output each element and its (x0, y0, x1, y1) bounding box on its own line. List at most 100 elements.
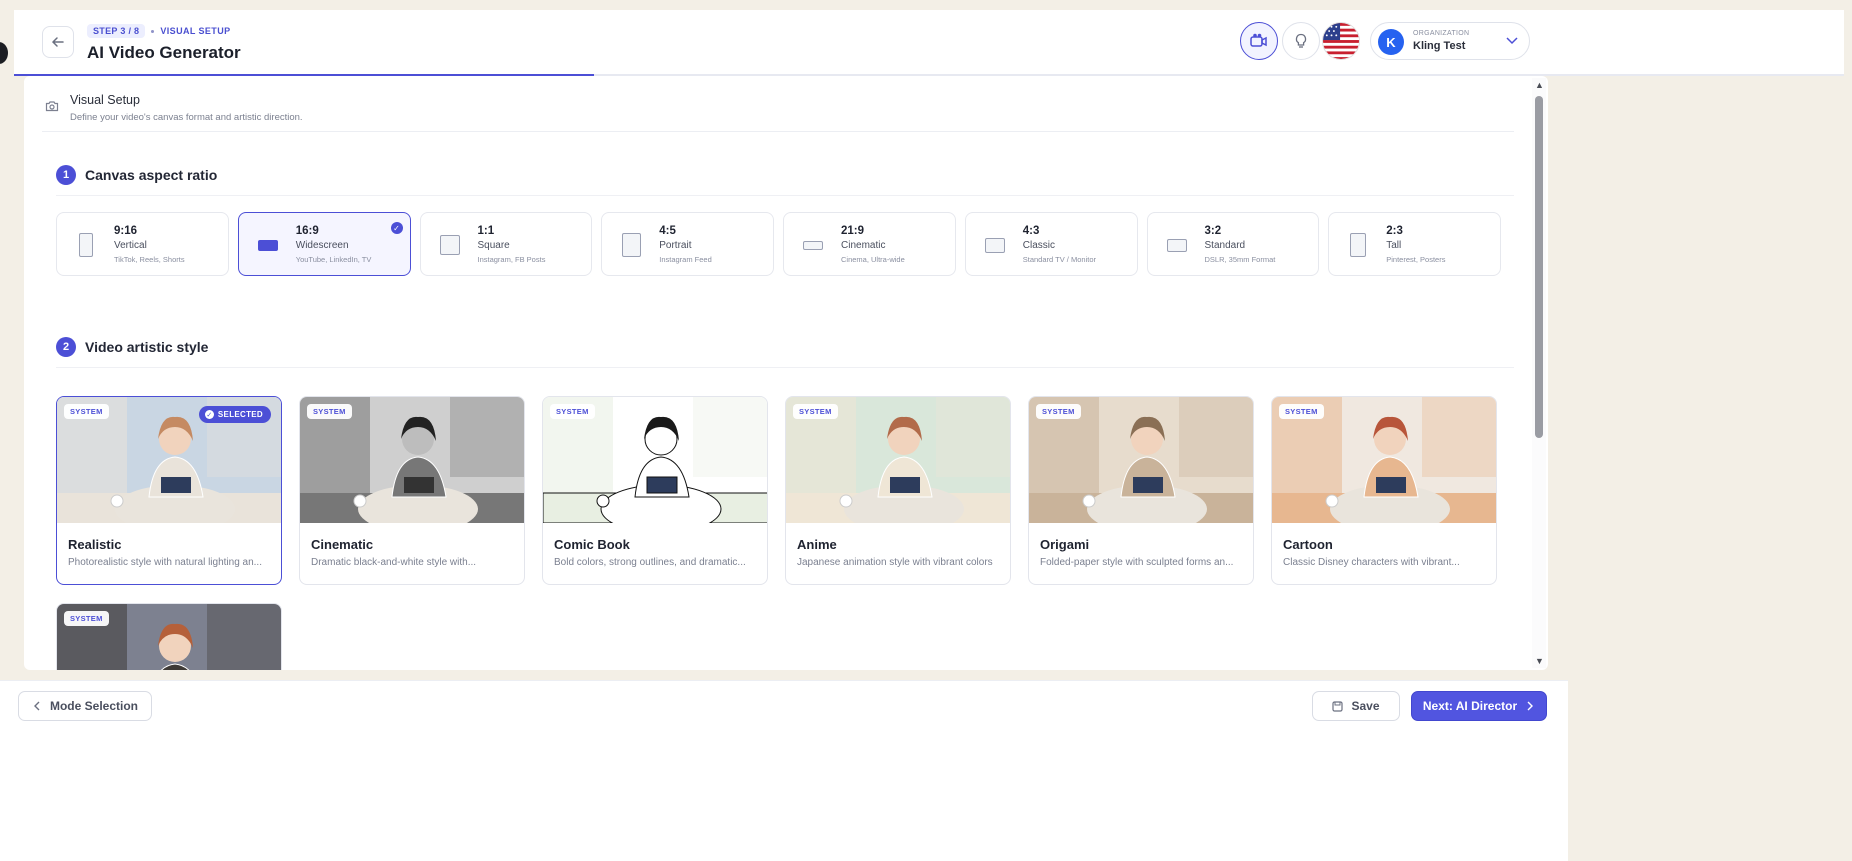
organization-selector[interactable]: K ORGANIZATION Kling Test (1370, 22, 1530, 60)
system-badge: SYSTEM (550, 404, 595, 419)
aspect-shape (984, 237, 1005, 253)
style-step-number: 2 (56, 337, 76, 357)
footer-bar: Mode Selection Save Next: AI Director (0, 680, 1568, 861)
org-avatar: K (1378, 29, 1404, 55)
aspect-heading: 1 Canvas aspect ratio (56, 165, 217, 185)
visual-setup-panel: Visual Setup Define your video's canvas … (24, 76, 1548, 670)
aspect-shape (803, 240, 823, 250)
aspect-ratio-list: 9:16 Vertical TikTok, Reels, Shorts 16:9 Wid… (56, 212, 1501, 276)
aspect-shape-icon (253, 230, 283, 260)
style-thumbnail: SYSTEM (57, 604, 281, 670)
aspect-ratio-value: 4:3 (1022, 225, 1040, 237)
style-option[interactable]: SYSTEM Cartoon Classic Disney characters w… (1271, 396, 1497, 585)
aspect-shape (79, 233, 93, 257)
chevron-down-icon (1506, 37, 1518, 45)
system-badge: SYSTEM (64, 611, 109, 626)
scroll-down-icon[interactable]: ▼ (1535, 656, 1544, 666)
style-name: Anime (797, 537, 837, 552)
aspect-title: Canvas aspect ratio (85, 167, 218, 183)
aspect-ratio-name: Cinematic (841, 240, 886, 251)
aspect-ratio-value: 1:1 (477, 225, 495, 237)
aspect-ratio-uses: Instagram, FB Posts (477, 255, 546, 264)
aspect-ratio-option[interactable]: 21:9 Cinematic Cinema, Ultra-wide (783, 212, 956, 276)
style-description: Photorealistic style with natural lighti… (68, 557, 262, 568)
style-thumbnail: SYSTEM ✓ SELECTED (57, 397, 281, 523)
next-button[interactable]: Next: AI Director (1411, 691, 1547, 721)
mode-selection-label: Mode Selection (49, 699, 138, 713)
aspect-shape-icon (1162, 230, 1192, 260)
save-button[interactable]: Save (1312, 691, 1400, 721)
style-description: Bold colors, strong outlines, and dramat… (554, 557, 746, 568)
aspect-ratio-uses: Instagram Feed (659, 255, 712, 264)
aspect-shape (439, 235, 460, 255)
back-arrow-icon (51, 37, 64, 47)
aspect-ratio-name: Tall (1386, 240, 1402, 251)
aspect-ratio-name: Square (477, 240, 510, 251)
aspect-ratio-option[interactable]: 4:5 Portrait Instagram Feed (601, 212, 774, 276)
next-label: Next: AI Director (1422, 699, 1518, 713)
system-badge: SYSTEM (64, 404, 109, 419)
scroll-thumb[interactable] (1535, 96, 1543, 438)
aspect-ratio-option[interactable]: 3:2 Standard DSLR, 35mm Format (1146, 212, 1320, 276)
save-label: Save (1351, 699, 1380, 713)
aspect-ratio-option[interactable]: 4:3 Classic Standard TV / Monitor (964, 212, 1138, 276)
lightbulb-icon (1295, 33, 1307, 48)
top-header: STEP 3 / 8 VISUAL SETUP AI Video Generat… (14, 10, 1844, 76)
aspect-shape-icon (980, 230, 1010, 260)
mode-selection-button[interactable]: Mode Selection (18, 691, 152, 721)
style-option[interactable]: SYSTEM Anime Japanese animation style with… (785, 396, 1011, 585)
style-option[interactable]: SYSTEM Comic Book Bold colors, strong outl… (542, 396, 768, 585)
check-icon: ✓ (390, 222, 403, 234)
aspect-shape-icon (616, 230, 646, 260)
style-option[interactable]: SYSTEM Origami Folded-paper style with scu… (1028, 396, 1254, 585)
divider (56, 195, 1514, 196)
language-button[interactable] (1322, 22, 1360, 60)
aspect-ratio-value: 3:2 (1204, 225, 1222, 237)
aspect-shape (1350, 233, 1367, 257)
check-icon: ✓ (204, 410, 214, 419)
style-name: Cartoon (1283, 537, 1333, 552)
style-thumbnail: SYSTEM (300, 397, 524, 523)
video-camera-icon (1250, 33, 1267, 47)
aspect-ratio-uses: YouTube, LinkedIn, TV (295, 255, 372, 264)
style-option[interactable]: SYSTEM (56, 603, 282, 670)
aspect-ratio-option[interactable]: 2:3 Tall Pinterest, Posters (1328, 212, 1501, 276)
aspect-shape (1166, 238, 1187, 252)
system-badge: SYSTEM (1279, 404, 1324, 419)
aspect-ratio-option[interactable]: 16:9 Widescreen YouTube, LinkedIn, TV ✓ (237, 212, 411, 276)
aspect-ratio-option[interactable]: 1:1 Square Instagram, FB Posts (419, 212, 593, 276)
aspect-ratio-value: 9:16 (114, 225, 138, 237)
step-indicator: STEP 3 / 8 VISUAL SETUP (87, 24, 231, 38)
aspect-shape-icon (71, 230, 101, 260)
style-name: Origami (1040, 537, 1090, 552)
aspect-ratio-name: Widescreen (295, 240, 349, 251)
style-description: Classic Disney characters with vibrant..… (1283, 557, 1460, 568)
style-thumbnail: SYSTEM (543, 397, 767, 523)
aspect-shape (621, 233, 641, 257)
system-badge: SYSTEM (307, 404, 352, 419)
step-separator (151, 29, 155, 33)
step-badge: STEP 3 / 8 (87, 24, 146, 38)
style-name: Realistic (68, 537, 122, 552)
style-option[interactable]: SYSTEM Cinematic Dramatic black-and-white … (299, 396, 525, 585)
style-description: Japanese animation style with vibrant co… (797, 557, 993, 568)
aspect-ratio-uses: Standard TV / Monitor (1022, 255, 1096, 264)
system-badge: SYSTEM (1036, 404, 1081, 419)
content-scrollbar[interactable]: ▲ ▼ (1532, 78, 1546, 668)
style-option[interactable]: SYSTEM ✓ SELECTED Realistic Photorealistic s… (56, 396, 282, 585)
back-button[interactable] (42, 26, 74, 58)
scroll-up-icon[interactable]: ▲ (1535, 80, 1544, 90)
style-name: Cinematic (311, 537, 374, 552)
style-heading: 2 Video artistic style (56, 337, 208, 357)
aspect-ratio-uses: TikTok, Reels, Shorts (114, 255, 185, 264)
style-thumbnail: SYSTEM (786, 397, 1010, 523)
tips-button[interactable] (1282, 22, 1320, 60)
edge-indicator (0, 42, 8, 64)
chevron-right-icon (1527, 701, 1534, 711)
aspect-step-number: 1 (56, 165, 76, 185)
aspect-ratio-option[interactable]: 9:16 Vertical TikTok, Reels, Shorts (56, 212, 229, 276)
section-subtitle: Define your video's canvas format and ar… (70, 112, 303, 123)
section-title: Visual Setup (70, 93, 140, 107)
aspect-ratio-value: 16:9 (295, 225, 319, 237)
video-mode-button[interactable] (1240, 22, 1278, 60)
